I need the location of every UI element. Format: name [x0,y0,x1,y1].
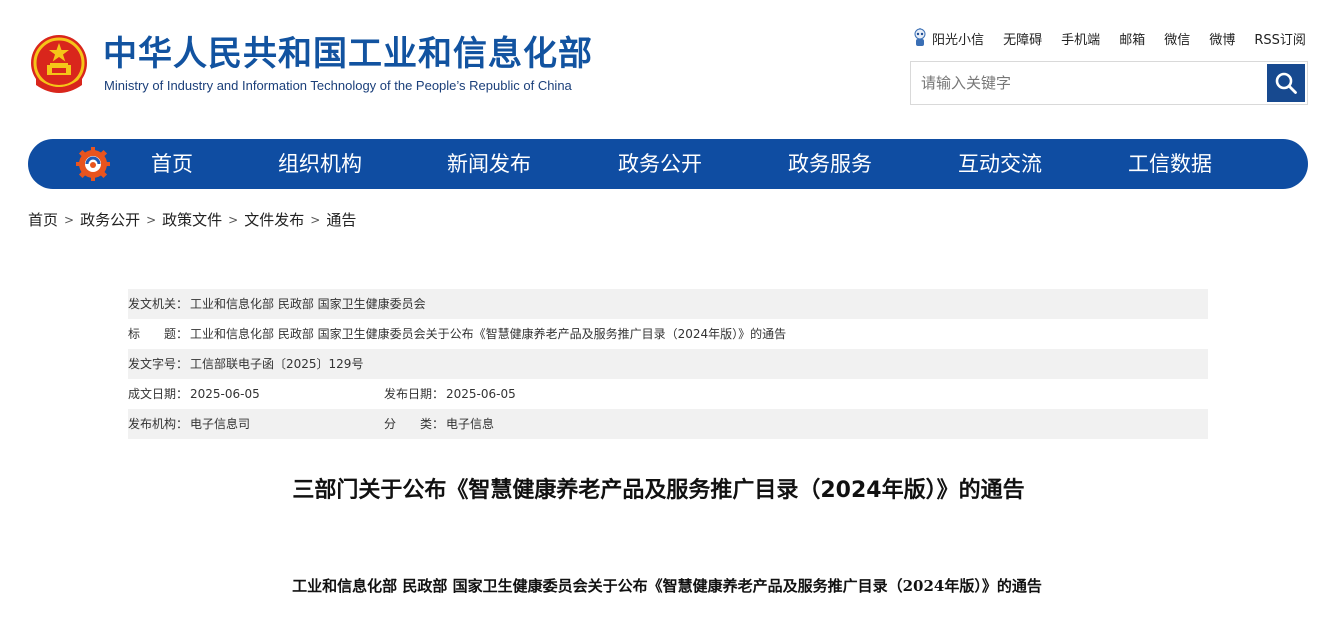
meta-label: 发文字号： [128,357,189,371]
breadcrumb: 首页 > 政务公开 > 政策文件 > 文件发布 > 通告 [28,209,356,230]
search-box [910,61,1308,105]
nav-news[interactable]: 新闻发布 [447,139,531,189]
meta-label: 发文机关： [128,297,189,311]
meta-label: 发布日期： [384,387,445,401]
breadcrumb-separator: > [146,212,157,227]
meta-label: 发布机构： [128,417,189,431]
meta-value: 工业和信息化部 民政部 国家卫生健康委员会关于公布《智慧健康养老产品及服务推广目… [190,327,787,341]
search-button[interactable] [1267,64,1305,102]
breadcrumb-separator: > [310,212,321,227]
meta-value: 电子信息 [446,417,495,431]
meta-row-dates: 成文日期： 2025-06-05 发布日期： 2025-06-05 [128,379,1208,409]
breadcrumb-home[interactable]: 首页 [28,209,58,230]
site-name-cn[interactable]: 中华人民共和国工业和信息化部 [103,34,593,74]
nav-home[interactable]: 首页 [151,139,193,189]
meta-row-org: 发布机构： 电子信息司 分 类： 电子信息 [128,409,1208,439]
gear-logo-icon [76,147,110,181]
link-sunshine-xiaoxin[interactable]: 阳光小信 [912,28,984,48]
search-icon [1275,72,1297,94]
link-wechat[interactable]: 微信 [1164,29,1190,48]
meta-value: 2025-06-05 [446,387,516,401]
breadcrumb-separator: > [64,212,75,227]
national-emblem-icon [31,35,87,93]
search-input[interactable] [911,62,1267,104]
link-label: 阳光小信 [932,32,985,48]
article-subtitle: 工业和信息化部 民政部 国家卫生健康委员会关于公布《智慧健康养老产品及服务推广目… [292,577,1042,595]
link-mailbox[interactable]: 邮箱 [1119,29,1145,48]
article-title: 三部门关于公布《智慧健康养老产品及服务推广目录（2024年版）》的通告 [292,478,1025,503]
main-nav: 首页 组织机构 新闻发布 政务公开 政务服务 互动交流 工信数据 [28,139,1308,189]
breadcrumb-government-affairs[interactable]: 政务公开 [80,209,140,230]
meta-label: 标 题： [128,327,189,341]
breadcrumb-separator: > [228,212,239,227]
meta-row-docno: 发文字号： 工信部联电子函〔2025〕129号 [128,349,1208,379]
document-metadata: 发文机关： 工业和信息化部 民政部 国家卫生健康委员会 标 题： 工业和信息化部… [128,289,1208,439]
link-rss[interactable]: RSS订阅 [1254,29,1306,48]
meta-label: 成文日期： [128,387,189,401]
robot-icon [914,28,926,46]
meta-value: 2025-06-05 [190,387,260,401]
meta-value: 工信部联电子函〔2025〕129号 [190,357,364,371]
meta-row-title: 标 题： 工业和信息化部 民政部 国家卫生健康委员会关于公布《智慧健康养老产品及… [128,319,1208,349]
nav-data[interactable]: 工信数据 [1128,139,1212,189]
nav-interaction[interactable]: 互动交流 [958,139,1042,189]
nav-government-services[interactable]: 政务服务 [788,139,872,189]
link-accessibility[interactable]: 无障碍 [1003,29,1042,48]
link-mobile[interactable]: 手机端 [1061,29,1100,48]
meta-label: 分 类： [384,417,445,431]
nav-government-affairs[interactable]: 政务公开 [618,139,702,189]
site-name-en[interactable]: Ministry of Industry and Information Tec… [104,78,572,93]
nav-organization[interactable]: 组织机构 [278,139,362,189]
breadcrumb-notice[interactable]: 通告 [326,209,356,230]
meta-value: 工业和信息化部 民政部 国家卫生健康委员会 [190,297,426,311]
meta-row-issuer: 发文机关： 工业和信息化部 民政部 国家卫生健康委员会 [128,289,1208,319]
top-links: 阳光小信 无障碍 手机端 邮箱 微信 微博 RSS订阅 [912,28,1306,48]
breadcrumb-policy-documents[interactable]: 政策文件 [162,209,222,230]
breadcrumb-document-release[interactable]: 文件发布 [244,209,304,230]
link-weibo[interactable]: 微博 [1209,29,1235,48]
meta-value: 电子信息司 [190,417,251,431]
